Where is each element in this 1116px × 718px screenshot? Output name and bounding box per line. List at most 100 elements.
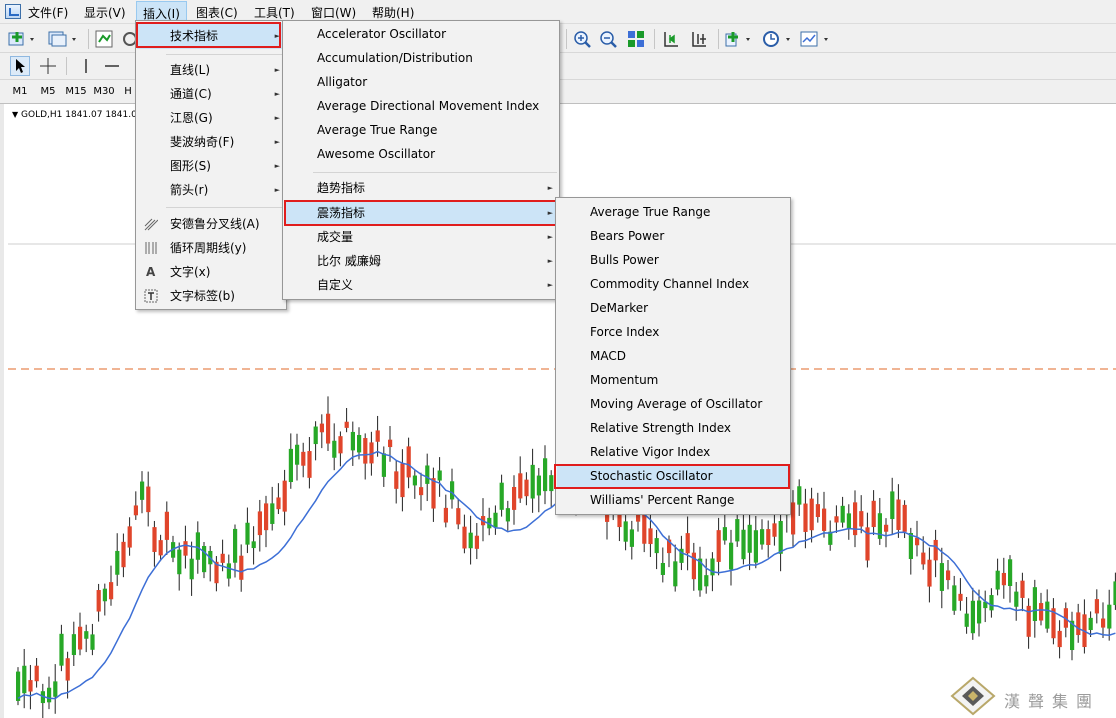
candle-body <box>977 600 982 624</box>
crosshair-button[interactable] <box>38 56 58 76</box>
menu-item-label: Average True Range <box>590 205 711 219</box>
candle-body <box>90 634 95 650</box>
candle-body <box>803 503 808 532</box>
zoom-in-button[interactable] <box>572 29 592 49</box>
oscillator-osma[interactable]: Moving Average of Oscillator <box>556 393 790 415</box>
oscillator-macd[interactable]: MACD <box>556 345 790 367</box>
vertical-line-button[interactable] <box>76 56 96 76</box>
indicators-button[interactable] <box>724 29 754 49</box>
menu-help[interactable]: 帮助(H) <box>372 4 414 21</box>
candle-body <box>338 436 343 454</box>
menu-item-label: Williams' Percent Range <box>590 493 735 507</box>
submenu-bill-williams[interactable]: 比尔 威廉姆 ► <box>283 250 559 272</box>
oscillator-bears-power[interactable]: Bears Power <box>556 225 790 247</box>
candle-body <box>1094 599 1099 614</box>
menu-item-arrows[interactable]: 箭头(r) ► <box>136 179 286 201</box>
oscillator-rsi[interactable]: Relative Strength Index <box>556 417 790 439</box>
menu-item-label: 震荡指标 <box>317 206 366 220</box>
menu-item-text-label[interactable]: 文字标签(b) <box>136 285 286 307</box>
menu-item-text[interactable]: A 文字(x) <box>136 261 286 283</box>
submenu-oscillators[interactable]: 震荡指标 ► <box>283 202 559 224</box>
oscillator-momentum[interactable]: Momentum <box>556 369 790 391</box>
menu-charts[interactable]: 图表(C) <box>196 4 238 21</box>
chart-shift-button[interactable] <box>660 29 682 49</box>
submenu-arrow-icon: ► <box>274 90 280 98</box>
menu-item-channels[interactable]: 通道(C) ► <box>136 83 286 105</box>
indicator-accumulation-distribution[interactable]: Accumulation/Distribution <box>283 47 559 69</box>
horizontal-line-icon <box>105 65 119 67</box>
indicator-average-true-range[interactable]: Average True Range <box>283 119 559 141</box>
timeframe-m15[interactable]: M15 <box>62 83 90 101</box>
menu-file[interactable]: 文件(F) <box>28 4 68 21</box>
timeframe-m30[interactable]: M30 <box>90 83 118 101</box>
menu-tools[interactable]: 工具(T) <box>254 4 295 21</box>
candle-body <box>388 439 393 448</box>
candle-body <box>22 665 27 694</box>
periods-button[interactable] <box>762 29 794 49</box>
indicator-alligator[interactable]: Alligator <box>283 71 559 93</box>
templates-button[interactable] <box>800 29 832 49</box>
candle-body <box>815 504 820 518</box>
submenu-custom[interactable]: 自定义 ► <box>283 274 559 296</box>
menu-item-shapes[interactable]: 图形(S) ► <box>136 155 286 177</box>
menu-item-cycle-lines[interactable]: 循环周期线(y) <box>136 237 286 259</box>
menu-item-label: Average Directional Movement Index <box>317 99 540 113</box>
oscillator-rvi[interactable]: Relative Vigor Index <box>556 441 790 463</box>
candle-body <box>512 486 517 510</box>
candle-body <box>710 558 715 576</box>
oscillator-bulls-power[interactable]: Bulls Power <box>556 249 790 271</box>
app-icon <box>5 4 21 19</box>
timeframe-m1[interactable]: M1 <box>6 83 34 101</box>
tile-windows-button[interactable] <box>626 29 646 49</box>
menu-item-label: Alligator <box>317 75 368 89</box>
menu-item-technical-indicators[interactable]: 技术指标 ► <box>136 25 286 47</box>
candle-body <box>28 680 33 692</box>
menu-view[interactable]: 显示(V) <box>84 4 126 21</box>
profiles-button[interactable] <box>46 30 80 48</box>
candle-body <box>474 535 479 549</box>
market-watch-button[interactable] <box>94 29 114 49</box>
indicator-awesome-oscillator[interactable]: Awesome Oscillator <box>283 143 559 165</box>
new-chart-button[interactable] <box>8 30 38 48</box>
candle-body <box>543 458 548 492</box>
menu-window[interactable]: 窗口(W) <box>311 4 356 21</box>
menu-item-gann[interactable]: 江恩(G) ► <box>136 107 286 129</box>
menu-item-fibonacci[interactable]: 斐波纳奇(F) ► <box>136 131 286 153</box>
candle-body <box>96 590 101 612</box>
oscillator-average-true-range[interactable]: Average True Range <box>556 201 790 223</box>
candle-body <box>16 671 21 701</box>
indicator-adx[interactable]: Average Directional Movement Index <box>283 95 559 117</box>
submenu-volumes[interactable]: 成交量 ► <box>283 226 559 248</box>
indicator-accelerator-oscillator[interactable]: Accelerator Oscillator <box>283 23 559 45</box>
candle-body <box>363 438 368 464</box>
timeframe-m5[interactable]: M5 <box>34 83 62 101</box>
oscillator-demarker[interactable]: DeMarker <box>556 297 790 319</box>
candle-body <box>623 521 628 542</box>
candle-body <box>307 451 312 478</box>
candle-body <box>524 479 529 497</box>
oscillator-williams-percent-range[interactable]: Williams' Percent Range <box>556 489 790 511</box>
candle-body <box>1014 591 1019 607</box>
submenu-trend[interactable]: 趋势指标 ► <box>283 177 559 199</box>
auto-scroll-button[interactable] <box>688 29 710 49</box>
candle-body <box>493 512 498 528</box>
candle-body <box>884 524 889 532</box>
candle-body <box>84 631 89 639</box>
candle-body <box>264 503 269 531</box>
cursor-button[interactable] <box>10 56 30 76</box>
oscillator-cci[interactable]: Commodity Channel Index <box>556 273 790 295</box>
candle-body <box>660 562 665 575</box>
candle-body <box>840 505 845 523</box>
horizontal-line-button[interactable] <box>102 56 122 76</box>
candle-body <box>729 542 734 570</box>
menu-item-andrews-pitchfork[interactable]: 安德鲁分叉线(A) <box>136 213 286 235</box>
zoom-out-button[interactable] <box>598 29 618 49</box>
candle-body <box>313 426 318 445</box>
oscillator-force-index[interactable]: Force Index <box>556 321 790 343</box>
menu-item-lines[interactable]: 直线(L) ► <box>136 59 286 81</box>
oscillator-stochastic[interactable]: Stochastic Oscillator <box>556 465 790 487</box>
templates-icon <box>800 31 828 47</box>
navigator-button[interactable] <box>121 29 135 49</box>
timeframe-h1[interactable]: H <box>120 83 136 101</box>
collapse-arrow-icon[interactable]: ▼ <box>12 110 18 119</box>
